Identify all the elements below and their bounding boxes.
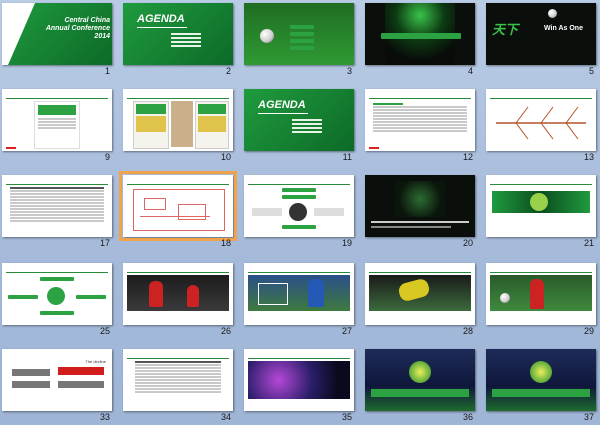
slide-thumbnail[interactable]: 25 bbox=[2, 263, 112, 339]
slide-thumbnail[interactable]: 21 bbox=[486, 175, 596, 251]
slide-preview bbox=[2, 175, 112, 237]
slide-preview: The decline bbox=[2, 349, 112, 411]
slide-number: 11 bbox=[342, 152, 352, 162]
slide-number: 33 bbox=[99, 412, 110, 422]
slide-thumbnail[interactable]: 17 bbox=[2, 175, 112, 251]
slide-preview bbox=[244, 3, 354, 65]
slide-title: The decline bbox=[85, 359, 106, 364]
slide-title: Central China Annual Conference 2014 bbox=[45, 17, 110, 40]
slide-preview bbox=[365, 349, 475, 411]
slide-thumbnail[interactable]: AGENDA 2 bbox=[123, 3, 233, 79]
slide-preview bbox=[244, 263, 354, 325]
slide-preview bbox=[123, 349, 233, 411]
slide-thumbnail[interactable]: 10 bbox=[123, 89, 233, 165]
slide-preview bbox=[486, 263, 596, 325]
slide-title: AGENDA bbox=[258, 99, 306, 111]
slide-preview bbox=[123, 263, 233, 325]
slide-preview: AGENDA bbox=[244, 89, 354, 151]
slide-thumbnail[interactable]: 37 bbox=[486, 349, 596, 425]
slide-number: 34 bbox=[220, 412, 231, 422]
slide-number: 29 bbox=[583, 326, 594, 336]
slide-thumbnail-selected[interactable]: 18 bbox=[119, 171, 237, 251]
slide-number: 10 bbox=[220, 152, 231, 162]
slide-thumbnail[interactable]: Central China Annual Conference 2014 1 bbox=[2, 3, 112, 79]
slide-preview bbox=[486, 89, 596, 151]
slide-thumbnail[interactable]: 4 bbox=[365, 3, 475, 79]
slide-preview bbox=[486, 175, 596, 237]
slide-thumbnail[interactable]: 9 bbox=[2, 89, 112, 165]
slide-thumbnail[interactable]: 3 bbox=[244, 3, 354, 79]
slide-number: 3 bbox=[346, 66, 352, 76]
slide-number: 18 bbox=[220, 238, 231, 248]
slide-preview bbox=[244, 349, 354, 411]
slide-preview bbox=[123, 89, 233, 151]
slide-thumbnail[interactable]: 26 bbox=[123, 263, 233, 339]
slide-number: 17 bbox=[99, 238, 110, 248]
slide-number: 21 bbox=[583, 238, 594, 248]
slide-thumbnail[interactable]: 29 bbox=[486, 263, 596, 339]
slide-number: 37 bbox=[583, 412, 594, 422]
slide-thumbnail[interactable]: 27 bbox=[244, 263, 354, 339]
slide-preview bbox=[365, 263, 475, 325]
slide-number: 12 bbox=[462, 152, 473, 162]
slide-thumbnail[interactable]: 28 bbox=[365, 263, 475, 339]
slide-number: 27 bbox=[341, 326, 352, 336]
slide-preview bbox=[365, 175, 475, 237]
slide-preview: Central China Annual Conference 2014 bbox=[2, 3, 112, 65]
slide-title: Win As One bbox=[544, 25, 583, 32]
slide-thumbnail[interactable]: 34 bbox=[123, 349, 233, 425]
slide-thumbnail[interactable]: 35 bbox=[244, 349, 354, 425]
slide-number: 4 bbox=[467, 66, 473, 76]
slide-preview bbox=[365, 3, 475, 65]
slide-number: 25 bbox=[99, 326, 110, 336]
slide-preview bbox=[244, 175, 354, 237]
slide-thumbnail[interactable]: 20 bbox=[365, 175, 475, 251]
slide-thumbnail[interactable]: 天下 Win As One 5 bbox=[486, 3, 596, 79]
slide-number: 5 bbox=[588, 66, 594, 76]
slide-preview bbox=[2, 263, 112, 325]
slide-thumbnail[interactable]: 12 bbox=[365, 89, 475, 165]
slide-title: AGENDA bbox=[137, 13, 185, 25]
slide-number: 9 bbox=[104, 152, 110, 162]
slide-thumbnail[interactable]: AGENDA 11 bbox=[244, 89, 354, 165]
slide-preview bbox=[2, 89, 112, 151]
slide-thumbnail[interactable]: 36 bbox=[365, 349, 475, 425]
slide-number: 19 bbox=[341, 238, 352, 248]
slide-preview: 天下 Win As One bbox=[486, 3, 596, 65]
slide-number: 26 bbox=[220, 326, 231, 336]
slide-number: 1 bbox=[104, 66, 110, 76]
slide-number: 13 bbox=[583, 152, 594, 162]
slide-thumbnail[interactable]: 13 bbox=[486, 89, 596, 165]
slide-number: 35 bbox=[341, 412, 352, 422]
slide-number: 20 bbox=[462, 238, 473, 248]
slide-number: 28 bbox=[462, 326, 473, 336]
slide-thumbnail[interactable]: 19 bbox=[244, 175, 354, 251]
slide-preview bbox=[119, 171, 237, 241]
slide-number: 36 bbox=[462, 412, 473, 422]
slide-thumbnail[interactable]: The decline 33 bbox=[2, 349, 112, 425]
slide-preview bbox=[365, 89, 475, 151]
slide-preview: AGENDA bbox=[123, 3, 233, 65]
slide-preview bbox=[486, 349, 596, 411]
slide-number: 2 bbox=[225, 66, 231, 76]
slide-sorter-grid: Central China Annual Conference 2014 1 A… bbox=[0, 0, 600, 425]
